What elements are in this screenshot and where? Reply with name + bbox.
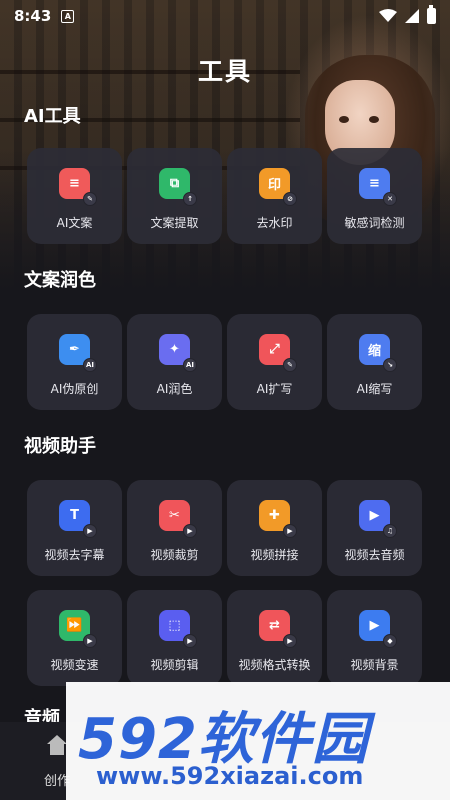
tool-label: 视频变速 bbox=[50, 658, 99, 672]
tool-label: 视频背景 bbox=[350, 658, 399, 672]
page-title: 工具 bbox=[197, 57, 252, 86]
tool-label: 视频裁剪 bbox=[150, 548, 199, 562]
tool-card-remove-audio[interactable]: ▶ ♫ 视频去音频 bbox=[327, 480, 422, 576]
video-bg-icon: ▶ ◆ bbox=[359, 610, 397, 648]
notification-icon: A bbox=[61, 9, 75, 23]
scissors-icon: ✂ ▶ bbox=[159, 500, 197, 538]
tool-card-remove-watermark[interactable]: 印 ⊘ 去水印 bbox=[227, 148, 322, 244]
tool-label: 敏感词检测 bbox=[344, 216, 405, 230]
video-grid-row1: T ▶ 视频去字幕 ✂ ▶ 视频裁剪 ✚ ▶ 视频拼接 ▶ ♫ 视频去音频 bbox=[27, 480, 423, 576]
status-time: 8:43 bbox=[14, 7, 52, 25]
status-bar: 8:43 A bbox=[0, 0, 450, 32]
doc-extract-icon: ⧉ ↑ bbox=[159, 168, 197, 206]
doc-edit-icon: ≡ ✎ bbox=[59, 168, 97, 206]
tool-label: 视频去音频 bbox=[344, 548, 405, 562]
tool-card-remove-subtitles[interactable]: T ▶ 视频去字幕 bbox=[27, 480, 122, 576]
video-grid-row2: ⏩ ▶ 视频变速 ⬚ ▶ 视频剪辑 ⇄ ▶ 视频格式转换 ▶ ◆ 视频背景 bbox=[27, 590, 423, 686]
video-mute-icon: ▶ ♫ bbox=[359, 500, 397, 538]
section-title-copy-polish: 文案润色 bbox=[24, 270, 96, 291]
stamp-icon: 印 ⊘ bbox=[259, 168, 297, 206]
subtitle-remove-icon: T ▶ bbox=[59, 500, 97, 538]
convert-icon: ⇄ ▶ bbox=[259, 610, 297, 648]
section-title-video-assistant: 视频助手 bbox=[24, 436, 96, 457]
character-eye bbox=[369, 116, 379, 123]
tool-card-video-edit[interactable]: ⬚ ▶ 视频剪辑 bbox=[127, 590, 222, 686]
tool-label: AI伪原创 bbox=[50, 382, 99, 396]
crop-icon: ⬚ ▶ bbox=[159, 610, 197, 648]
doc-check-icon: ≡ ✕ bbox=[359, 168, 397, 206]
signal-icon bbox=[405, 9, 419, 23]
tool-card-video-merge[interactable]: ✚ ▶ 视频拼接 bbox=[227, 480, 322, 576]
tool-card-ai-polish[interactable]: ✦ AI AI润色 bbox=[127, 314, 222, 410]
tool-label: AI扩写 bbox=[256, 382, 293, 396]
tool-label: 视频格式转换 bbox=[238, 658, 311, 672]
wifi-icon bbox=[379, 9, 397, 22]
tool-card-ai-abbreviate[interactable]: 缩 ↘ AI缩写 bbox=[327, 314, 422, 410]
tool-card-video-crop[interactable]: ✂ ▶ 视频裁剪 bbox=[127, 480, 222, 576]
tool-label: AI润色 bbox=[156, 382, 193, 396]
tool-card-ai-expand[interactable]: ⤢ ✎ AI扩写 bbox=[227, 314, 322, 410]
status-icons bbox=[379, 5, 436, 24]
wand-ai-icon: ✦ AI bbox=[159, 334, 197, 372]
section-title-ai-tools: AI工具 bbox=[24, 106, 81, 127]
puzzle-icon: ✚ ▶ bbox=[259, 500, 297, 538]
image-expand-icon: ⤢ ✎ bbox=[259, 334, 297, 372]
tool-card-ai-copy[interactable]: ≡ ✎ AI文案 bbox=[27, 148, 122, 244]
character-eye bbox=[339, 116, 349, 123]
watermark-url: www.592xiazai.com bbox=[96, 762, 364, 790]
tool-label: AI文案 bbox=[56, 216, 93, 230]
battery-icon bbox=[427, 5, 436, 24]
tool-label: 视频拼接 bbox=[250, 548, 299, 562]
tool-card-video-speed[interactable]: ⏩ ▶ 视频变速 bbox=[27, 590, 122, 686]
watermark-overlay: 592软件园 www.592xiazai.com bbox=[66, 682, 450, 800]
copy-polish-grid: ✒ AI AI伪原创 ✦ AI AI润色 ⤢ ✎ AI扩写 缩 ↘ AI缩写 bbox=[27, 314, 423, 410]
tool-label: 视频去字幕 bbox=[44, 548, 105, 562]
tool-label: AI缩写 bbox=[356, 382, 393, 396]
tool-card-format-convert[interactable]: ⇄ ▶ 视频格式转换 bbox=[227, 590, 322, 686]
ai-tools-grid: ≡ ✎ AI文案 ⧉ ↑ 文案提取 印 ⊘ 去水印 ≡ ✕ 敏感词检测 bbox=[27, 148, 423, 244]
tool-card-sensitive-words[interactable]: ≡ ✕ 敏感词检测 bbox=[327, 148, 422, 244]
tool-label: 去水印 bbox=[256, 216, 293, 230]
shrink-icon: 缩 ↘ bbox=[359, 334, 397, 372]
tool-card-video-background[interactable]: ▶ ◆ 视频背景 bbox=[327, 590, 422, 686]
tool-label: 视频剪辑 bbox=[150, 658, 199, 672]
pen-ai-icon: ✒ AI bbox=[59, 334, 97, 372]
speed-icon: ⏩ ▶ bbox=[59, 610, 97, 648]
tool-label: 文案提取 bbox=[150, 216, 199, 230]
home-icon bbox=[47, 735, 67, 755]
tool-card-text-extract[interactable]: ⧉ ↑ 文案提取 bbox=[127, 148, 222, 244]
tool-card-ai-rewrite[interactable]: ✒ AI AI伪原创 bbox=[27, 314, 122, 410]
